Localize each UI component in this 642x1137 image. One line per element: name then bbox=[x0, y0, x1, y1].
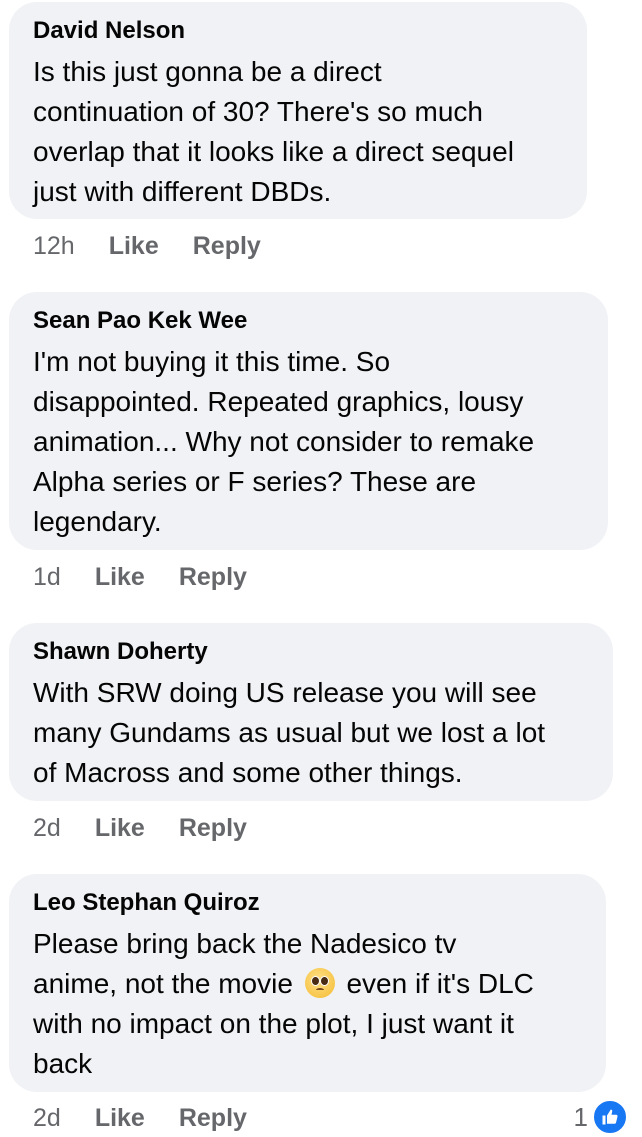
reaction-count: 1 bbox=[573, 1101, 588, 1132]
like-button[interactable]: Like bbox=[95, 563, 145, 592]
comment-bubble: Leo Stephan Quiroz Please bring back the… bbox=[9, 874, 606, 1092]
comment-author[interactable]: Shawn Doherty bbox=[33, 637, 589, 667]
comment-timestamp[interactable]: 2d bbox=[33, 814, 61, 843]
comment-bubble: David Nelson Is this just gonna be a dir… bbox=[9, 2, 587, 219]
comment-author[interactable]: Leo Stephan Quiroz bbox=[33, 888, 582, 918]
comment-actions: 2d Like Reply bbox=[33, 1100, 281, 1136]
comment-actions: 2d Like Reply bbox=[33, 810, 281, 846]
reaction-summary[interactable]: 1 bbox=[574, 1099, 628, 1135]
like-button[interactable]: Like bbox=[95, 814, 145, 843]
reply-button[interactable]: Reply bbox=[179, 1104, 247, 1133]
comment-text: Please bring back the Nadesico tv anime,… bbox=[33, 928, 534, 1079]
comment-author[interactable]: Sean Pao Kek Wee bbox=[33, 306, 584, 336]
comment-timestamp[interactable]: 2d bbox=[33, 1104, 61, 1133]
like-button[interactable]: Like bbox=[95, 1104, 145, 1133]
like-button[interactable]: Like bbox=[109, 232, 159, 261]
like-reaction-icon bbox=[592, 1099, 628, 1135]
comment-text: With SRW doing US release you will see m… bbox=[33, 677, 546, 788]
comment-actions: 12h Like Reply bbox=[33, 228, 295, 264]
comment-bubble: Sean Pao Kek Wee I'm not buying it this … bbox=[9, 292, 608, 550]
comment-timestamp[interactable]: 1d bbox=[33, 563, 61, 592]
comment-timestamp[interactable]: 12h bbox=[33, 232, 75, 261]
comment-bubble: Shawn Doherty With SRW doing US release … bbox=[9, 623, 613, 801]
reply-button[interactable]: Reply bbox=[179, 563, 247, 592]
comment-actions: 1d Like Reply bbox=[33, 559, 281, 595]
comment-author[interactable]: David Nelson bbox=[33, 16, 563, 46]
reply-button[interactable]: Reply bbox=[179, 814, 247, 843]
comment-text: I'm not buying it this time. So disappoi… bbox=[33, 346, 535, 537]
pleading-face-emoji bbox=[304, 968, 335, 998]
reply-button[interactable]: Reply bbox=[193, 232, 261, 261]
comment-text: Is this just gonna be a direct continuat… bbox=[33, 56, 514, 207]
